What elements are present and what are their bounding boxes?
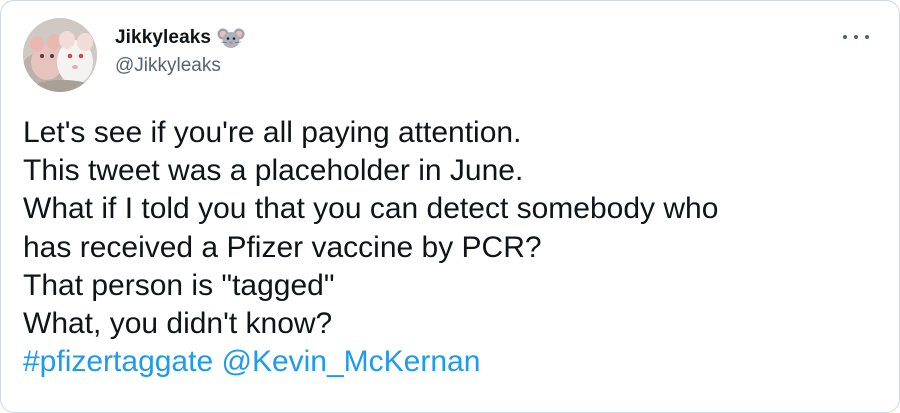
white-mice-avatar-icon <box>23 18 97 92</box>
mouse-face-icon <box>217 26 245 50</box>
more-dot <box>843 35 847 39</box>
more-options-icon[interactable] <box>843 29 869 45</box>
name-row: Jikkyleaks <box>115 25 245 51</box>
user-names: Jikkyleaks @Jikkyleaks <box>115 25 245 77</box>
tweet-line: What, you didn't know? <box>23 307 333 341</box>
display-name[interactable]: Jikkyleaks <box>115 27 211 49</box>
tweet-line: Let's see if you're all paying attention… <box>23 116 522 149</box>
tweet-line: has received a Pfizer vaccine by PCR? <box>23 230 542 264</box>
avatar[interactable] <box>23 18 97 92</box>
user-handle[interactable]: @Jikkyleaks <box>115 55 245 77</box>
tweet-line: What if I told you that you can detect s… <box>23 192 719 226</box>
tweet-text: Let's see if you're all paying attention… <box>23 114 883 381</box>
more-dot <box>865 35 869 39</box>
mention-link[interactable]: @Kevin_McKernan <box>221 345 480 378</box>
more-dot <box>854 35 858 39</box>
tweet-line: This tweet was a placeholder in June. <box>23 154 524 188</box>
tweet-card: Jikkyleaks @Jikkyleaks Let's see if you'… <box>0 0 900 413</box>
tweet-line: That person is "tagged" <box>23 268 335 302</box>
hashtag-link[interactable]: #pfizertaggate <box>23 345 213 378</box>
tweet-links-line: #pfizertaggate @Kevin_McKernan <box>23 343 883 381</box>
